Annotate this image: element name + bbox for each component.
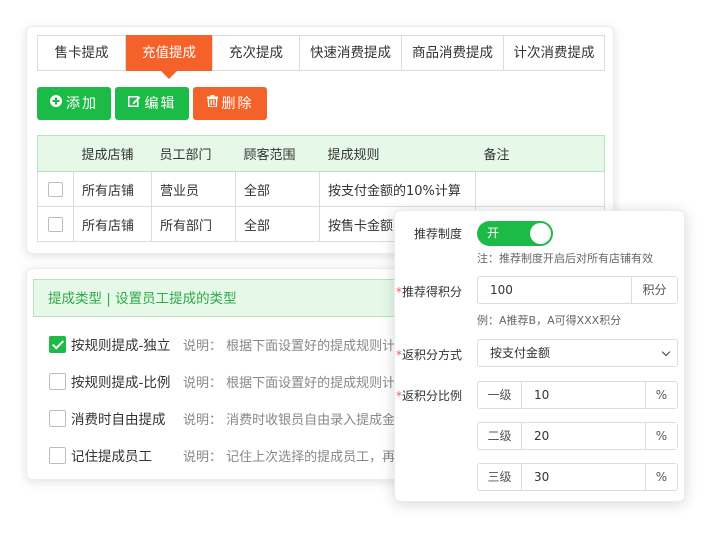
row-remark xyxy=(475,171,605,207)
level2-input[interactable]: 二级 20 % xyxy=(477,422,678,450)
trash-icon xyxy=(206,87,218,120)
delete-button[interactable]: 删除 xyxy=(193,87,267,120)
type-option-remember-staff[interactable]: 记住提成员工 说明： 记住上次选择的提成员工，再 xyxy=(49,444,395,466)
commission-tabs: 售卡提成 充值提成 充次提成 快速消费提成 商品消费提成 计次消费提成 xyxy=(37,35,605,79)
chevron-down-icon xyxy=(661,347,671,357)
level2-name: 二级 xyxy=(478,423,522,449)
edit-icon xyxy=(127,87,141,120)
method-selected-value: 按支付金额 xyxy=(490,346,551,360)
type-option-rule-ratio[interactable]: 按规则提成-比例 说明： 根据下面设置好的提成规则计 xyxy=(49,370,395,392)
level2-unit: % xyxy=(645,423,677,449)
tab-recharge-times[interactable]: 充次提成 xyxy=(213,36,300,70)
row-store: 所有店铺 xyxy=(73,206,152,242)
edit-button[interactable]: 编辑 xyxy=(115,87,189,120)
row-checkbox[interactable] xyxy=(48,181,63,197)
points-unit: 积分 xyxy=(631,277,677,303)
table-header-select xyxy=(37,135,74,172)
table-header-department: 员工部门 xyxy=(151,135,236,172)
method-select[interactable]: 按支付金额 xyxy=(477,339,678,367)
points-label: *推荐得积分 xyxy=(395,285,462,299)
add-button-label: 添加 xyxy=(66,96,98,112)
edit-button-label: 编辑 xyxy=(144,96,177,112)
level3-name: 三级 xyxy=(478,464,522,490)
level3-value[interactable]: 30 xyxy=(522,464,645,490)
tab-count-consume[interactable]: 计次消费提成 xyxy=(504,36,604,70)
recommend-settings-popup: 推荐制度 开 注：推荐制度开启后对所有店铺有效 *推荐得积分 100 积分 例：… xyxy=(394,210,685,502)
row-customer-range: 全部 xyxy=(235,171,320,207)
recommend-hint: 注：推荐制度开启后对所有店铺有效 xyxy=(477,252,653,265)
table-row[interactable]: 所有店铺 营业员 全部 按支付金额的10%计算 xyxy=(37,171,605,207)
level1-value[interactable]: 10 xyxy=(522,382,645,408)
recommend-toggle[interactable]: 开 xyxy=(477,221,553,246)
table-header-customer-range: 顾客范围 xyxy=(235,135,320,172)
type-option-desc: 说明： 根据下面设置好的提成规则计 xyxy=(183,375,396,391)
tab-card-sale[interactable]: 售卡提成 xyxy=(38,36,126,70)
table-header-store: 提成店铺 xyxy=(73,135,152,172)
row-select-cell[interactable] xyxy=(37,171,74,207)
type-option-rule-independent[interactable]: 按规则提成-独立 说明： 根据下面设置好的提成规则计 xyxy=(49,333,395,355)
type-checkbox[interactable] xyxy=(49,409,66,427)
level1-name: 一级 xyxy=(478,382,522,408)
row-customer-range: 全部 xyxy=(235,206,320,242)
type-checkbox[interactable] xyxy=(49,372,66,390)
type-option-label: 消费时自由提成 xyxy=(71,412,166,428)
row-store: 所有店铺 xyxy=(73,171,152,207)
ratio-label: *返积分比例 xyxy=(395,389,462,403)
level1-unit: % xyxy=(645,382,677,408)
toggle-knob xyxy=(530,223,551,244)
type-option-free-commission[interactable]: 消费时自由提成 说明： 消费时收银员自由录入提成金 xyxy=(49,407,395,429)
level3-input[interactable]: 三级 30 % xyxy=(477,463,678,491)
delete-button-label: 删除 xyxy=(221,96,254,112)
table-header-row: 提成店铺 员工部门 顾客范围 提成规则 备注 xyxy=(37,135,605,172)
row-department: 所有部门 xyxy=(151,206,236,242)
tab-recharge[interactable]: 充值提成 xyxy=(126,35,213,79)
add-button[interactable]: 添加 xyxy=(37,87,111,120)
level2-value[interactable]: 20 xyxy=(522,423,645,449)
type-option-label: 按规则提成-独立 xyxy=(71,338,171,354)
level1-input[interactable]: 一级 10 % xyxy=(477,381,678,409)
type-option-label: 记住提成员工 xyxy=(71,449,152,465)
row-checkbox[interactable] xyxy=(48,216,63,232)
tab-goods-consume[interactable]: 商品消费提成 xyxy=(402,36,504,70)
type-checkbox-checked[interactable] xyxy=(49,335,66,353)
method-label: *返积分方式 xyxy=(395,348,462,362)
type-option-desc: 说明： 消费时收银员自由录入提成金 xyxy=(183,412,396,428)
points-value[interactable]: 100 xyxy=(478,277,631,303)
row-rule: 按支付金额的10%计算 xyxy=(319,171,476,207)
recommend-label: 推荐制度 xyxy=(413,227,462,241)
type-checkbox[interactable] xyxy=(49,446,66,464)
points-input[interactable]: 100 积分 xyxy=(477,276,678,304)
tab-quick-consume[interactable]: 快速消费提成 xyxy=(300,36,402,70)
type-option-desc: 说明： 记住上次选择的提成员工，再 xyxy=(183,449,396,465)
table-header-remark: 备注 xyxy=(475,135,605,172)
level3-unit: % xyxy=(645,464,677,490)
type-option-desc: 说明： 根据下面设置好的提成规则计 xyxy=(183,338,396,354)
plus-circle-icon xyxy=(50,87,62,120)
table-header-rule: 提成规则 xyxy=(319,135,476,172)
commission-type-header: 提成类型 | 设置员工提成的类型 xyxy=(33,279,419,317)
type-option-label: 按规则提成-比例 xyxy=(71,375,171,391)
commission-type-panel: 提成类型 | 设置员工提成的类型 按规则提成-独立 说明： 根据下面设置好的提成… xyxy=(26,268,426,480)
toggle-on-text: 开 xyxy=(487,226,500,240)
row-select-cell[interactable] xyxy=(37,206,74,242)
points-hint: 例：A推荐B，A可得XXX积分 xyxy=(477,314,622,327)
row-department: 营业员 xyxy=(151,171,236,207)
